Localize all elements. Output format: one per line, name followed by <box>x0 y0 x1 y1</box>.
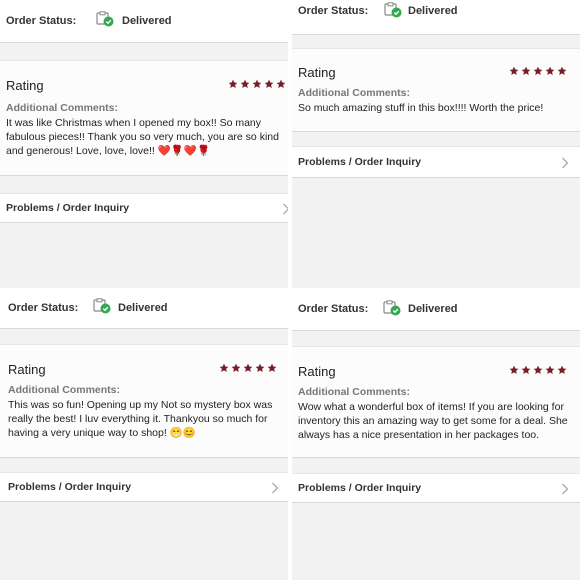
star-icon <box>255 360 265 378</box>
delivered-box-check-icon <box>383 300 401 316</box>
star-icon <box>533 63 543 81</box>
order-status-value: Delivered <box>408 303 458 315</box>
star-icon <box>240 76 250 94</box>
additional-comments-text: Wow what a wonderful box of items! If yo… <box>298 401 568 441</box>
star-icon <box>557 63 567 81</box>
star-icon <box>252 76 262 94</box>
star-icon <box>509 362 519 380</box>
chevron-right-icon <box>561 156 569 169</box>
order-status-label: Order Status: <box>8 302 79 314</box>
problems-order-inquiry-label: Problems / Order Inquiry <box>298 156 422 168</box>
chevron-right-icon <box>561 482 569 495</box>
review-collage: Order Status: Delivered Rating Additiona… <box>0 0 580 580</box>
star-rating <box>228 76 286 94</box>
review-panel: Order Status: Delivered Rating Additiona… <box>0 292 288 580</box>
rating-title: Rating <box>298 65 336 80</box>
order-status-bar: Order Status: Delivered <box>0 0 288 43</box>
problems-order-inquiry-label: Problems / Order Inquiry <box>8 481 132 493</box>
problems-order-inquiry-row[interactable]: Problems / Order Inquiry <box>292 473 580 503</box>
delivered-box-check-icon <box>93 298 111 314</box>
order-status-value: Delivered <box>122 15 172 27</box>
additional-comments-text: This was so fun! Opening up my Not so my… <box>8 399 273 439</box>
review-panel: Order Status: Delivered Rating Additiona… <box>292 0 580 288</box>
order-status-value: Delivered <box>118 302 168 314</box>
star-icon <box>545 63 555 81</box>
star-icon <box>231 360 241 378</box>
star-icon <box>557 362 567 380</box>
star-rating <box>509 63 567 81</box>
star-rating <box>509 362 567 380</box>
order-status-bar: Order Status: Delivered <box>292 0 580 35</box>
additional-comments-heading: Additional Comments: <box>6 102 118 114</box>
review-panel: Order Status: Delivered Rating Additiona… <box>292 292 580 580</box>
chevron-right-icon <box>271 481 279 494</box>
star-icon <box>243 360 253 378</box>
star-icon <box>509 63 519 81</box>
rating-card: Rating Additional Comments: This was so … <box>0 344 288 458</box>
star-icon <box>521 63 531 81</box>
rating-title: Rating <box>8 362 46 377</box>
star-icon <box>521 362 531 380</box>
order-status-label: Order Status: <box>298 303 369 315</box>
additional-comments-heading: Additional Comments: <box>8 384 120 396</box>
rating-title: Rating <box>6 78 44 93</box>
order-status-value: Delivered <box>408 5 458 17</box>
additional-comments-heading: Additional Comments: <box>298 87 410 99</box>
delivered-box-check-icon <box>96 11 114 27</box>
rating-card: Rating Additional Comments: So much amaz… <box>292 48 580 132</box>
star-icon <box>219 360 229 378</box>
star-rating <box>219 360 277 378</box>
delivered-box-check-icon <box>384 2 402 18</box>
rating-card: Rating Additional Comments: It was like … <box>0 60 288 176</box>
star-icon <box>545 362 555 380</box>
problems-order-inquiry-row[interactable]: Problems / Order Inquiry <box>0 472 288 502</box>
star-icon <box>264 76 274 94</box>
problems-order-inquiry-row[interactable]: Problems / Order Inquiry <box>292 146 580 178</box>
order-status-bar: Order Status: Delivered <box>292 292 580 331</box>
order-status-label: Order Status: <box>298 5 369 17</box>
order-status-label: Order Status: <box>6 15 77 27</box>
star-icon <box>533 362 543 380</box>
star-icon <box>228 76 238 94</box>
additional-comments-heading: Additional Comments: <box>298 386 410 398</box>
star-icon <box>276 76 286 94</box>
chevron-right-icon <box>282 202 288 215</box>
star-icon <box>267 360 277 378</box>
rating-card: Rating Additional Comments: Wow what a w… <box>292 346 580 458</box>
additional-comments-text: So much amazing stuff in this box!!!! Wo… <box>298 102 544 114</box>
rating-title: Rating <box>298 364 336 379</box>
additional-comments-text: It was like Christmas when I opened my b… <box>6 117 279 157</box>
review-panel: Order Status: Delivered Rating Additiona… <box>0 0 288 288</box>
order-status-bar: Order Status: Delivered <box>0 292 288 329</box>
problems-order-inquiry-label: Problems / Order Inquiry <box>298 482 422 494</box>
problems-order-inquiry-label: Problems / Order Inquiry <box>6 202 130 214</box>
problems-order-inquiry-row[interactable]: Problems / Order Inquiry <box>0 193 288 223</box>
